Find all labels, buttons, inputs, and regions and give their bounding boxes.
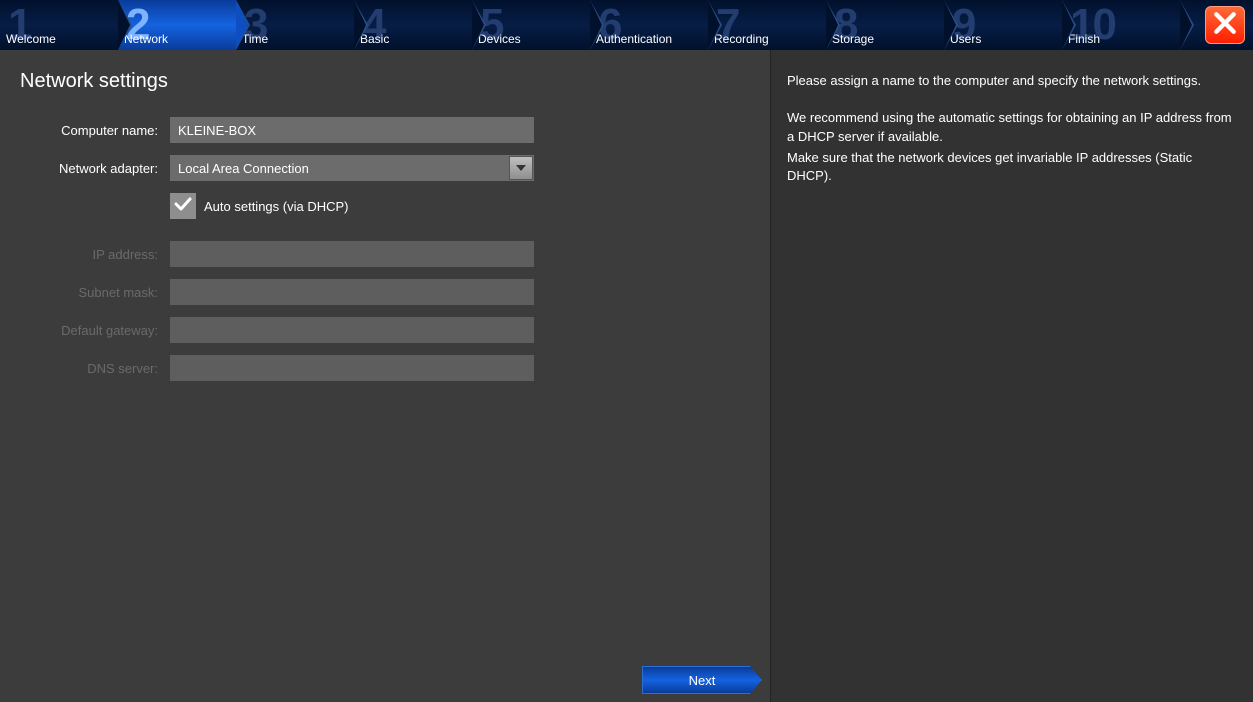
- row-default-gateway: Default gateway:: [20, 317, 750, 343]
- step-devices[interactable]: 5 Devices: [472, 0, 590, 50]
- chevron-down-icon: [515, 159, 527, 177]
- row-computer-name: Computer name:: [20, 117, 750, 143]
- step-label: Authentication: [596, 32, 672, 46]
- step-storage[interactable]: 8 Storage: [826, 0, 944, 50]
- network-adapter-value: Local Area Connection: [170, 161, 508, 176]
- page-title: Network settings: [20, 70, 750, 93]
- help-panel: Please assign a name to the computer and…: [770, 50, 1253, 702]
- ip-address-label: IP address:: [20, 247, 170, 262]
- close-icon: [1212, 10, 1238, 41]
- ip-address-input[interactable]: [170, 241, 534, 267]
- dropdown-button[interactable]: [509, 156, 533, 180]
- dns-server-label: DNS server:: [20, 361, 170, 376]
- default-gateway-label: Default gateway:: [20, 323, 170, 338]
- row-ip-address: IP address:: [20, 241, 750, 267]
- default-gateway-input[interactable]: [170, 317, 534, 343]
- auto-settings-checkbox[interactable]: [170, 193, 196, 219]
- step-label: Welcome: [6, 32, 56, 46]
- row-dns-server: DNS server:: [20, 355, 750, 381]
- next-button-label: Next: [689, 673, 716, 688]
- close-button[interactable]: [1205, 6, 1245, 44]
- step-network[interactable]: 2 Network: [118, 0, 236, 50]
- row-auto-settings: Auto settings (via DHCP): [170, 193, 750, 219]
- dns-server-input[interactable]: [170, 355, 534, 381]
- auto-settings-label: Auto settings (via DHCP): [204, 199, 349, 214]
- help-text-2: We recommend using the automatic setting…: [787, 109, 1237, 147]
- network-adapter-label: Network adapter:: [20, 161, 170, 176]
- row-subnet-mask: Subnet mask:: [20, 279, 750, 305]
- step-welcome[interactable]: 1 Welcome: [0, 0, 118, 50]
- help-text-3: Make sure that the network devices get i…: [787, 149, 1237, 187]
- main-area: Network settings Computer name: Network …: [0, 50, 1253, 702]
- step-authentication[interactable]: 6 Authentication: [590, 0, 708, 50]
- row-network-adapter: Network adapter: Local Area Connection: [20, 155, 750, 181]
- checkmark-icon: [174, 197, 192, 216]
- step-users[interactable]: 9 Users: [944, 0, 1062, 50]
- computer-name-input[interactable]: [170, 117, 534, 143]
- step-basic[interactable]: 4 Basic: [354, 0, 472, 50]
- step-label: Recording: [714, 32, 769, 46]
- help-text-1: Please assign a name to the computer and…: [787, 72, 1237, 91]
- step-finish[interactable]: 10 Finish: [1062, 0, 1180, 50]
- subnet-mask-label: Subnet mask:: [20, 285, 170, 300]
- network-adapter-select[interactable]: Local Area Connection: [170, 155, 534, 181]
- subnet-mask-input[interactable]: [170, 279, 534, 305]
- computer-name-label: Computer name:: [20, 123, 170, 138]
- step-time[interactable]: 3 Time: [236, 0, 354, 50]
- form-panel: Network settings Computer name: Network …: [0, 50, 770, 702]
- wizard-stepbar: 1 Welcome 2 Network 3 Time 4 Basic 5 Dev…: [0, 0, 1253, 50]
- next-button[interactable]: Next: [642, 666, 762, 694]
- step-recording[interactable]: 7 Recording: [708, 0, 826, 50]
